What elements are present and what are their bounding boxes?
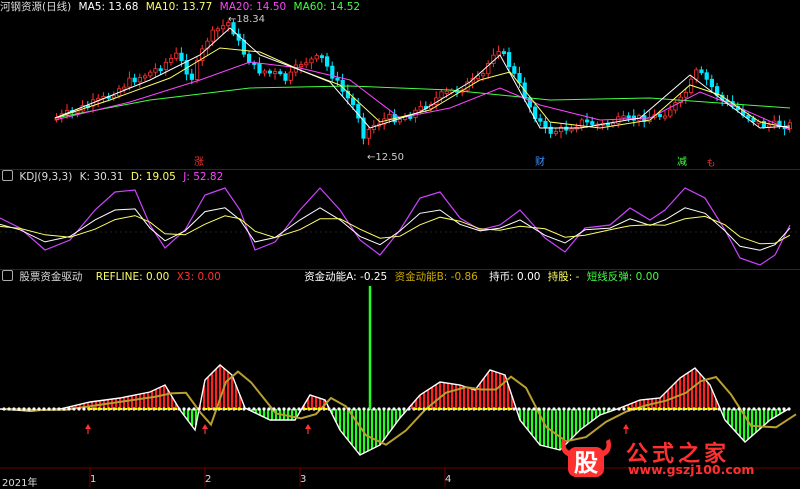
kdj-header: KDJ(9,3,3) K: 30.31 D: 19.05 J: 52.82 <box>0 170 227 184</box>
month-label-2: 2 <box>205 474 212 485</box>
kdj-d-label: D: 19.05 <box>130 171 176 183</box>
svg-text:股: 股 <box>574 448 598 477</box>
refline-label: REFLINE: 0.00 <box>95 271 170 283</box>
price-header: 河钢资源(日线) MA5: 13.68 MA10: 13.77 MA20: 14… <box>0 0 364 14</box>
low-price-label: ←12.50 <box>367 152 405 163</box>
fund-header: 股票资金驱动 REFLINE: 0.00 X3: 0.00 资金动能A: -0.… <box>0 270 663 284</box>
watermark-url: www.gszj100.com <box>628 462 755 477</box>
ox-logo-icon: 股 <box>561 439 611 477</box>
kdj-k-label: K: 30.31 <box>79 171 124 183</box>
x3-label: X3: 0.00 <box>176 271 221 283</box>
panel-settings-icon[interactable] <box>2 270 13 281</box>
kdj-name: KDJ(9,3,3) <box>19 171 73 183</box>
month-label-4: 4 <box>445 474 452 485</box>
candlestick-chart[interactable] <box>0 0 800 170</box>
ma20-label: MA20: 14.50 <box>219 1 287 13</box>
fund-panel[interactable]: 股票资金驱动 REFLINE: 0.00 X3: 0.00 资金动能A: -0.… <box>0 270 800 489</box>
rebound-label: 短线反弹: 0.00 <box>586 271 660 283</box>
panel-settings-icon[interactable] <box>2 170 13 181</box>
event-tag-cai[interactable]: 财 <box>534 157 546 168</box>
month-label-1: 1 <box>90 474 97 485</box>
price-panel[interactable]: 河钢资源(日线) MA5: 13.68 MA10: 13.77 MA20: 14… <box>0 0 800 170</box>
event-tag-zhang[interactable]: 涨 <box>193 157 205 168</box>
hold-stock-label: 持股: - <box>547 271 580 283</box>
month-label-3: 3 <box>300 474 307 485</box>
kdj-panel[interactable]: KDJ(9,3,3) K: 30.31 D: 19.05 J: 52.82 <box>0 170 800 270</box>
kdj-chart[interactable] <box>0 170 800 270</box>
stock-title: 河钢资源(日线) <box>0 1 72 13</box>
fund-name: 股票资金驱动 <box>19 271 83 283</box>
kdj-j-label: J: 52.82 <box>183 171 224 183</box>
fund-b-label: 资金动能B: -0.86 <box>394 271 478 283</box>
high-price-label: ←18.34 <box>228 14 266 25</box>
hold-cash-label: 持币: 0.00 <box>489 271 541 283</box>
watermark: 股 公式之家 www.gszj100.com <box>556 435 792 479</box>
ma5-label: MA5: 13.68 <box>78 1 139 13</box>
event-tag-jian[interactable]: 减 <box>676 157 688 168</box>
event-tag-mo[interactable]: も <box>705 159 717 170</box>
ma60-label: MA60: 14.52 <box>293 1 361 13</box>
fund-a-label: 资金动能A: -0.25 <box>304 271 388 283</box>
ma10-label: MA10: 13.77 <box>145 1 213 13</box>
